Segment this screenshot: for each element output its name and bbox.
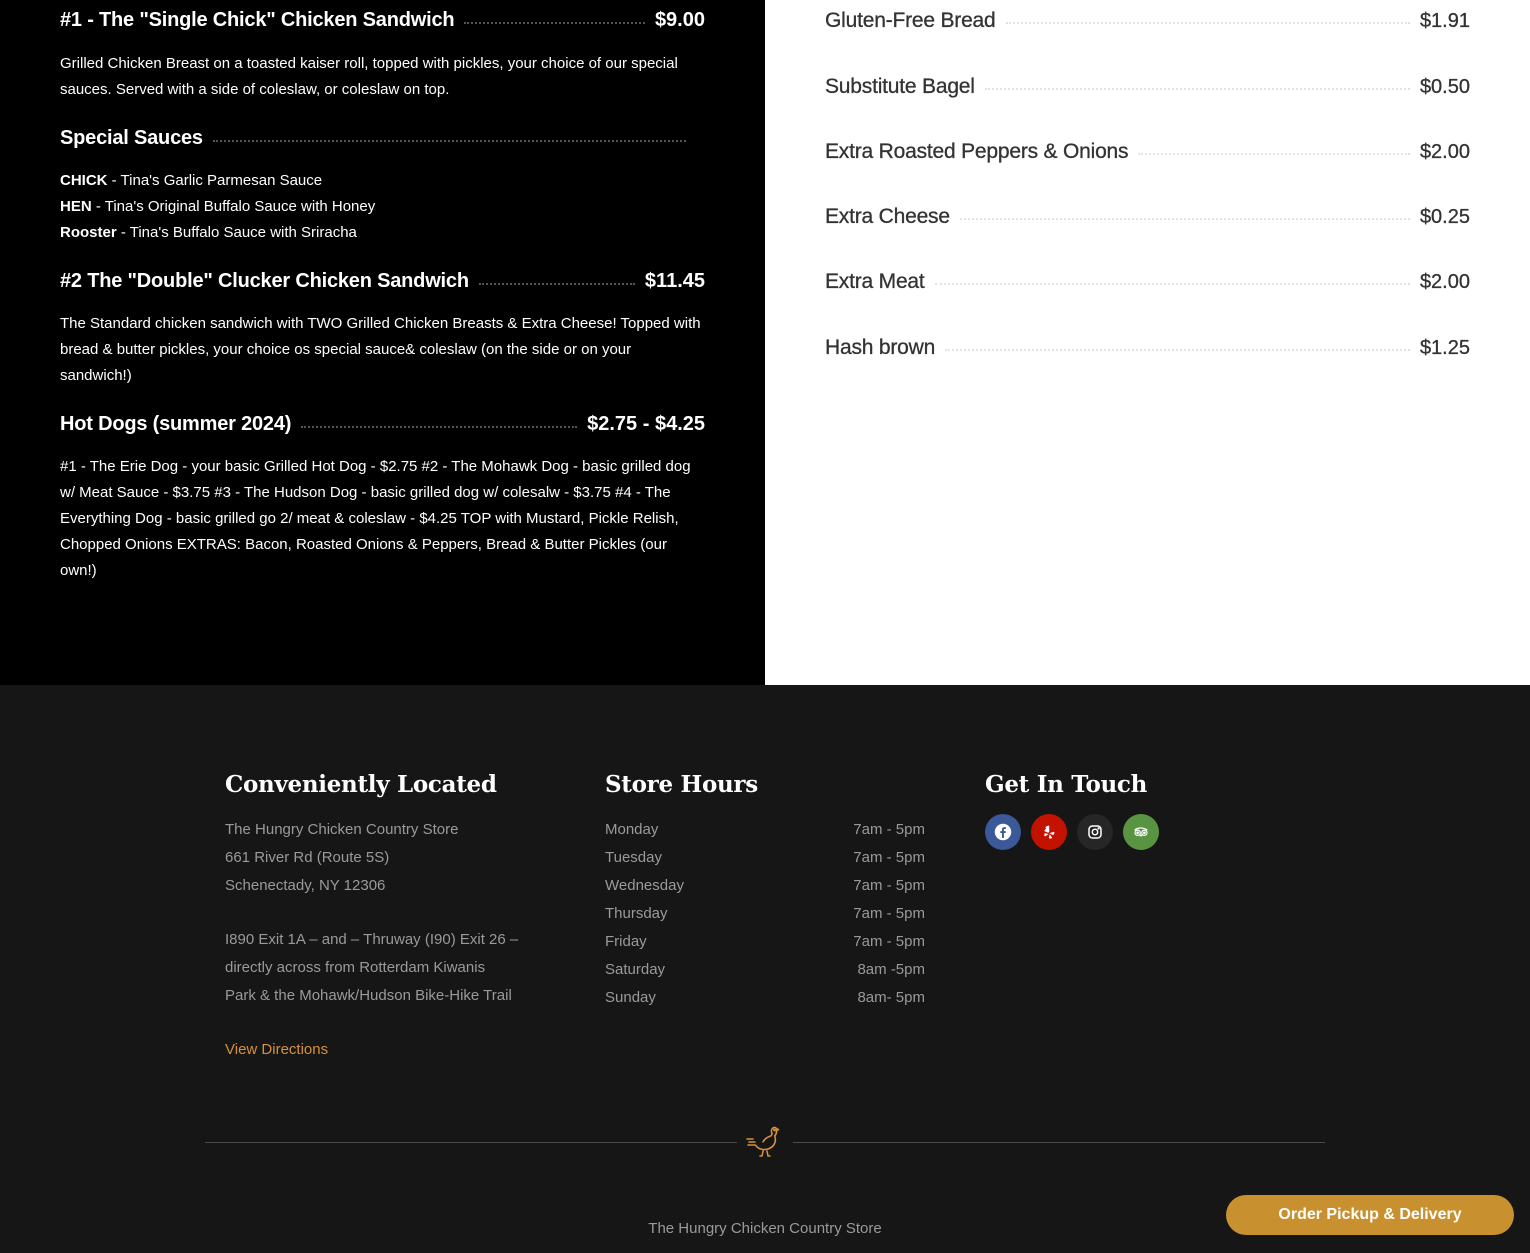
hours-row: Friday 7am - 5pm bbox=[605, 933, 925, 950]
extra-item: Hash brown $1.25 bbox=[825, 336, 1470, 360]
special-sauces-header: Special Sauces bbox=[60, 127, 696, 150]
menu-item-price: $2.75 - $4.25 bbox=[587, 413, 705, 435]
facebook-icon[interactable] bbox=[985, 814, 1021, 850]
extra-item-price: $2.00 bbox=[1419, 270, 1470, 293]
menu-item-price: $11.45 bbox=[644, 270, 705, 292]
yelp-icon[interactable] bbox=[1031, 814, 1067, 850]
menu-item-single-chick: #1 - The "Single Chick" Chicken Sandwich… bbox=[60, 9, 705, 32]
location-column: Conveniently Located The Hungry Chicken … bbox=[225, 771, 565, 1059]
hours-column: Store Hours Monday 7am - 5pm Tuesday 7am -… bbox=[605, 771, 925, 1012]
menu-section: #1 - The "Single Chick" Chicken Sandwich… bbox=[0, 0, 1530, 685]
menu-item-name: #1 - The "Single Chick" Chicken Sandwich bbox=[60, 9, 455, 31]
leader-dots bbox=[934, 283, 1410, 285]
contact-column: Get In Touch bbox=[985, 771, 1285, 850]
extra-item: Extra Meat $2.00 bbox=[825, 270, 1470, 294]
extra-item-price: $1.91 bbox=[1419, 9, 1470, 32]
extra-item-name: Hash brown bbox=[825, 336, 936, 359]
menu-left-column: #1 - The "Single Chick" Chicken Sandwich… bbox=[0, 0, 765, 685]
view-directions-link[interactable]: View Directions bbox=[225, 1041, 328, 1058]
hours-row: Wednesday 7am - 5pm bbox=[605, 877, 925, 894]
extra-item-price: $0.50 bbox=[1419, 75, 1470, 98]
hours-row: Tuesday 7am - 5pm bbox=[605, 849, 925, 866]
menu-right-column: Gluten-Free Bread $1.91 Substitute Bagel… bbox=[765, 0, 1530, 685]
sauce-item: Rooster - Tina's Buffalo Sauce with Srir… bbox=[60, 224, 357, 241]
instagram-icon[interactable] bbox=[1077, 814, 1113, 850]
sauce-item: CHICK - Tina's Garlic Parmesan Sauce bbox=[60, 172, 323, 189]
menu-item-price: $9.00 bbox=[654, 9, 705, 31]
leader-dots bbox=[984, 88, 1410, 90]
store-name: The Hungry Chicken Country Store bbox=[225, 821, 459, 838]
extra-item-name: Gluten-Free Bread bbox=[825, 9, 996, 32]
special-sauces-title: Special Sauces bbox=[60, 127, 203, 149]
order-pickup-delivery-button[interactable]: Order Pickup & Delivery bbox=[1226, 1195, 1514, 1235]
leader-dots bbox=[1138, 153, 1410, 155]
extra-item-price: $0.25 bbox=[1419, 205, 1470, 228]
extra-item-name: Substitute Bagel bbox=[825, 75, 975, 98]
extra-item-price: $2.00 bbox=[1419, 140, 1470, 163]
hours-title: Store Hours bbox=[605, 771, 758, 798]
extra-item-name: Extra Roasted Peppers & Onions bbox=[825, 140, 1129, 163]
directions-text: I890 Exit 1A – and – Thruway (I90) Exit … bbox=[225, 931, 519, 948]
site-footer: Conveniently Located The Hungry Chicken … bbox=[0, 685, 1530, 1253]
footer-divider-left bbox=[205, 1142, 737, 1143]
city-address: Schenectady, NY 12306 bbox=[225, 877, 386, 894]
chicken-icon bbox=[745, 1122, 785, 1162]
hours-list: Monday 7am - 5pm Tuesday 7am - 5pm Wednesd… bbox=[605, 816, 925, 1012]
leader-dots bbox=[464, 21, 645, 24]
sauce-item: HEN - Tina's Original Buffalo Sauce with… bbox=[60, 198, 376, 215]
footer-divider-right bbox=[793, 1142, 1325, 1143]
extra-item-name: Extra Meat bbox=[825, 270, 925, 293]
hours-row: Thursday 7am - 5pm bbox=[605, 905, 925, 922]
location-title: Conveniently Located bbox=[225, 771, 497, 798]
menu-item-description: Grilled Chicken Breast on a toasted kais… bbox=[60, 55, 678, 98]
extra-item: Extra Cheese $0.25 bbox=[825, 205, 1470, 229]
street-address: 661 River Rd (Route 5S) bbox=[225, 849, 390, 866]
hours-row: Sunday 8am- 5pm bbox=[605, 989, 925, 1006]
leader-dots bbox=[478, 282, 635, 285]
extra-item: Extra Roasted Peppers & Onions $2.00 bbox=[825, 140, 1470, 164]
extra-item-name: Extra Cheese bbox=[825, 205, 950, 228]
menu-item-double-clucker: #2 The "Double" Clucker Chicken Sandwich… bbox=[60, 270, 705, 293]
directions-text: directly across from Rotterdam Kiwanis bbox=[225, 959, 486, 976]
hours-row: Monday 7am - 5pm bbox=[605, 821, 925, 838]
menu-item-description: The Standard chicken sandwich with TWO G… bbox=[60, 315, 701, 384]
sauce-list: CHICK - Tina's Garlic Parmesan Sauce HEN… bbox=[60, 168, 375, 246]
extra-item: Gluten-Free Bread $1.91 bbox=[825, 9, 1470, 33]
extra-item: Substitute Bagel $0.50 bbox=[825, 75, 1470, 99]
extra-item-price: $1.25 bbox=[1419, 336, 1470, 359]
social-links bbox=[985, 814, 1285, 850]
leader-dots bbox=[212, 139, 686, 142]
menu-item-hot-dogs: Hot Dogs (summer 2024) $2.75 - $4.25 bbox=[60, 413, 705, 436]
leader-dots bbox=[945, 349, 1410, 351]
hours-row: Saturday 8am -5pm bbox=[605, 961, 925, 978]
leader-dots bbox=[1005, 22, 1410, 24]
leader-dots bbox=[301, 425, 578, 428]
tripadvisor-icon[interactable] bbox=[1123, 814, 1159, 850]
menu-item-description: #1 - The Erie Dog - your basic Grilled H… bbox=[60, 458, 691, 579]
menu-item-name: #2 The "Double" Clucker Chicken Sandwich bbox=[60, 270, 469, 292]
leader-dots bbox=[959, 218, 1410, 220]
directions-text: Park & the Mohawk/Hudson Bike-Hike Trail bbox=[225, 987, 512, 1004]
contact-title: Get In Touch bbox=[985, 771, 1148, 798]
menu-item-name: Hot Dogs (summer 2024) bbox=[60, 413, 292, 435]
